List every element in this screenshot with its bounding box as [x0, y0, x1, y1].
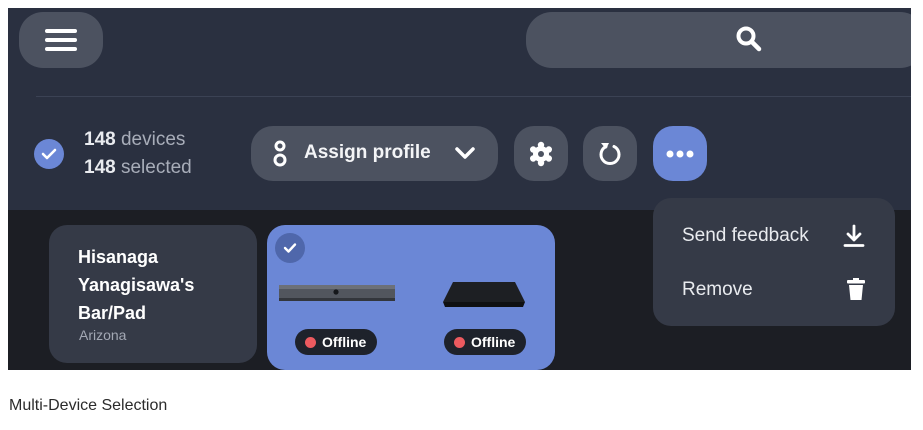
- trash-icon: [847, 278, 865, 300]
- hamburger-menu-icon: [45, 29, 77, 51]
- card-checkbox[interactable]: [275, 233, 305, 263]
- touch-pad-device-image: [443, 282, 525, 307]
- screenshot-frame: 148 devices 148 selected Assign profile: [8, 8, 911, 370]
- status-badge: Offline: [295, 329, 378, 355]
- checkmark-icon: [283, 243, 297, 253]
- device-name: Hisanaga Yanagisawa's Bar/Pad: [78, 247, 195, 323]
- menu-button[interactable]: [19, 12, 103, 68]
- divider: [36, 96, 911, 97]
- search-icon: [736, 26, 762, 52]
- menu-item-remove[interactable]: Remove: [682, 279, 753, 301]
- assign-profile-label: Assign profile: [304, 142, 431, 163]
- top-bar: 148 devices 148 selected Assign profile: [8, 8, 911, 210]
- offline-dot-icon: [305, 336, 316, 348]
- status-badge: Offline: [444, 329, 527, 355]
- device-card[interactable]: Hisanaga Yanagisawa's Bar/Pad Arizona: [49, 225, 257, 363]
- status-text: Offline: [471, 334, 516, 350]
- menu-item-send-feedback[interactable]: Send feedback: [682, 225, 809, 247]
- chevron-down-icon: [455, 147, 475, 159]
- selected-count-label: selected: [120, 157, 192, 178]
- settings-button[interactable]: [514, 126, 568, 181]
- more-horizontal-icon: [666, 150, 694, 157]
- selection-summary: 148 devices 148 selected: [84, 126, 192, 182]
- restart-icon: [599, 142, 621, 165]
- restart-button[interactable]: [583, 126, 637, 181]
- video-bar-device-image: [279, 285, 395, 301]
- select-all-checkbox[interactable]: [34, 139, 64, 169]
- device-location: Arizona: [79, 327, 127, 343]
- figure-caption: Multi-Device Selection: [9, 397, 168, 414]
- checkmark-icon: [41, 148, 57, 160]
- more-options-button[interactable]: [653, 126, 707, 181]
- menu-item-label: Remove: [682, 279, 753, 300]
- assign-profile-button[interactable]: Assign profile: [251, 126, 498, 181]
- status-text: Offline: [322, 334, 367, 350]
- menu-item-label: Send feedback: [682, 225, 809, 246]
- device-count-line: 148 devices: [84, 126, 192, 154]
- profile-icon: [273, 140, 287, 167]
- download-icon: [843, 224, 865, 247]
- selected-count: 148: [84, 157, 116, 178]
- gear-icon: [530, 141, 552, 166]
- offline-dot-icon: [454, 336, 465, 348]
- device-card-selected[interactable]: Offline Offline: [267, 225, 555, 370]
- device-count: 148: [84, 129, 116, 150]
- search-bar[interactable]: [526, 12, 911, 68]
- selected-count-line: 148 selected: [84, 154, 192, 182]
- device-count-label: devices: [120, 129, 186, 150]
- more-options-menu: Send feedback Remove: [653, 198, 895, 326]
